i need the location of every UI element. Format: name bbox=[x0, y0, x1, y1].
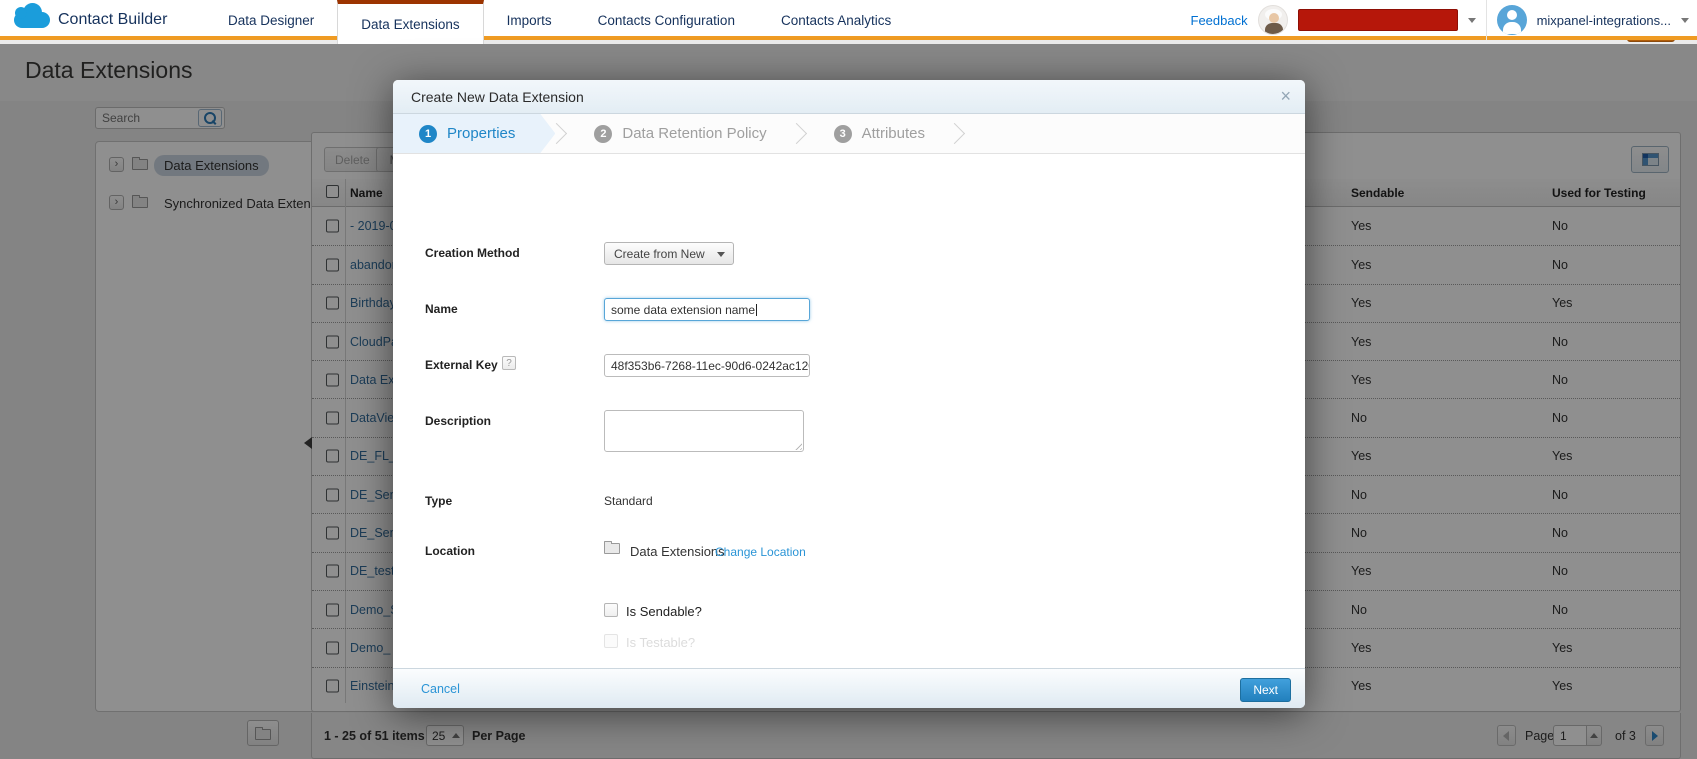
folder-icon bbox=[604, 543, 620, 554]
nav-divider bbox=[1486, 0, 1487, 40]
account-menu-label[interactable]: mixpanel-integrations... bbox=[1537, 13, 1671, 28]
creation-method-label: Creation Method bbox=[425, 246, 520, 260]
wizard-step[interactable]: 2 Data Retention Policy bbox=[568, 114, 794, 153]
step-number-badge: 2 bbox=[594, 125, 612, 143]
description-textarea[interactable] bbox=[604, 410, 804, 452]
create-data-extension-modal: Create New Data Extension × 1 Properties… bbox=[393, 80, 1305, 708]
name-label: Name bbox=[425, 302, 458, 316]
next-button[interactable]: Next bbox=[1240, 678, 1291, 702]
modal-footer: Cancel Next bbox=[393, 668, 1305, 708]
chevron-down-icon[interactable] bbox=[1681, 18, 1689, 23]
nav-tab[interactable]: Contacts Configuration bbox=[575, 0, 758, 40]
location-label: Location bbox=[425, 544, 475, 558]
wizard-step[interactable]: 3 Attributes bbox=[808, 114, 953, 153]
nav-right-group: Feedback mixpanel-integrations... bbox=[1191, 0, 1690, 40]
is-testable-checkbox bbox=[604, 634, 618, 648]
external-key-label: External Key bbox=[425, 358, 498, 372]
step-number-badge: 3 bbox=[834, 125, 852, 143]
step-number-badge: 1 bbox=[419, 125, 437, 143]
app-root: Contact Builder Data Designer Data Exten… bbox=[0, 0, 1697, 759]
text-cursor bbox=[756, 304, 757, 316]
einstein-avatar-icon bbox=[1258, 5, 1288, 35]
location-value: Data Extensions bbox=[630, 544, 725, 559]
type-value: Standard bbox=[604, 494, 653, 508]
feedback-link[interactable]: Feedback bbox=[1191, 13, 1248, 28]
app-title: Contact Builder bbox=[58, 11, 167, 29]
wizard-step-row: 3 Attributes bbox=[808, 114, 966, 153]
is-sendable-checkbox[interactable] bbox=[604, 603, 618, 617]
wizard-step[interactable]: 1 Properties bbox=[393, 114, 555, 153]
type-label: Type bbox=[425, 494, 452, 508]
wizard-step-row: 2 Data Retention Policy bbox=[568, 114, 807, 153]
creation-method-dropdown[interactable]: Create from New bbox=[604, 242, 734, 265]
is-testable-label: Is Testable? bbox=[626, 635, 695, 650]
nav-tab[interactable]: Data Designer bbox=[205, 0, 337, 40]
step-label: Properties bbox=[447, 125, 515, 142]
step-label: Attributes bbox=[862, 125, 925, 142]
top-nav: Contact Builder Data Designer Data Exten… bbox=[0, 0, 1697, 40]
step-label: Data Retention Policy bbox=[622, 125, 766, 142]
modal-title: Create New Data Extension bbox=[411, 89, 584, 105]
wizard-steps: 1 Properties 2 Data Retention Policy bbox=[393, 114, 1305, 154]
help-icon[interactable]: ? bbox=[502, 356, 516, 370]
redacted-account-selector[interactable] bbox=[1298, 9, 1458, 31]
chevron-down-icon bbox=[717, 252, 725, 257]
name-field[interactable]: some data extension name bbox=[604, 298, 810, 321]
nav-tab[interactable]: Imports bbox=[484, 0, 575, 40]
nav-tab[interactable]: Contacts Analytics bbox=[758, 0, 914, 40]
is-sendable-label: Is Sendable? bbox=[626, 604, 702, 619]
cancel-link[interactable]: Cancel bbox=[421, 682, 460, 696]
nav-tab[interactable]: Data Extensions bbox=[337, 0, 483, 44]
description-label: Description bbox=[425, 414, 491, 428]
modal-form: Creation Method Create from New Name som… bbox=[393, 154, 1305, 668]
salesforce-cloud-logo-icon bbox=[14, 12, 50, 28]
resize-handle-icon[interactable] bbox=[793, 441, 802, 450]
change-location-link[interactable]: Change Location bbox=[715, 545, 806, 559]
chevron-down-icon[interactable] bbox=[1468, 18, 1476, 23]
user-avatar-icon bbox=[1497, 5, 1527, 35]
wizard-step-row: 1 Properties bbox=[393, 114, 568, 153]
external-key-field[interactable]: 48f353b6-7268-11ec-90d6-0242ac1200 bbox=[604, 354, 810, 377]
close-icon[interactable]: × bbox=[1280, 86, 1291, 107]
nav-tabs: Data Designer Data Extensions Imports Co… bbox=[205, 0, 914, 40]
modal-title-bar: Create New Data Extension × bbox=[393, 80, 1305, 114]
